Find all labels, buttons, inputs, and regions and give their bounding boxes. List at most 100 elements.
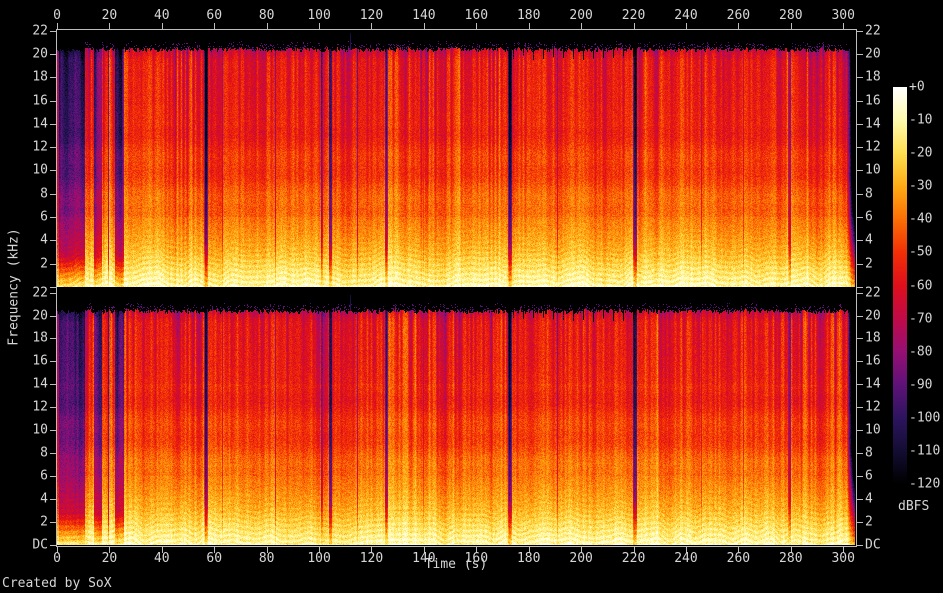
y-tick-mark	[50, 287, 56, 288]
spectrogram-channel-right	[57, 292, 855, 545]
y-tick-mark	[857, 361, 863, 363]
y-tick-mark	[50, 522, 56, 524]
y-tick-label: DC	[865, 537, 881, 553]
x-tick-mark	[57, 23, 58, 29]
y-tick-label: 6	[865, 209, 873, 225]
y-tick-label: 20	[865, 46, 881, 62]
y-tick-label: 22	[865, 23, 881, 39]
y-tick-mark	[857, 287, 863, 288]
sox-spectrogram-image: Frequency (kHz) Time (s) dBFS Created by…	[0, 0, 943, 593]
y-tick-label: 2	[865, 256, 873, 272]
x-tick-label: 20	[101, 551, 118, 566]
y-tick-label: 14	[32, 116, 48, 132]
x-tick-label: 220	[621, 8, 646, 23]
y-tick-mark	[50, 100, 56, 102]
x-tick-label: 60	[206, 551, 223, 566]
y-tick-label: 18	[865, 330, 881, 346]
x-tick-mark	[109, 23, 111, 29]
y-tick-mark	[50, 545, 56, 546]
y-tick-mark	[857, 384, 863, 386]
y-tick-mark	[50, 217, 56, 219]
y-tick-mark	[857, 315, 863, 317]
x-tick-label: 80	[258, 551, 275, 566]
y-tick-label: 4	[40, 491, 48, 507]
x-tick-label: 40	[153, 8, 170, 23]
colorbar-tick-label: -120	[909, 476, 941, 492]
x-tick-label: 80	[258, 8, 275, 23]
y-tick-mark	[857, 263, 863, 265]
y-tick-label: 2	[40, 256, 48, 272]
x-tick-label: 240	[674, 8, 698, 23]
colorbar-tick-label: -90	[909, 377, 933, 393]
colorbar-tick-label: -50	[909, 244, 933, 260]
y-tick-mark	[50, 147, 56, 149]
x-tick-label: 140	[412, 551, 436, 566]
y-tick-mark	[50, 292, 56, 294]
x-tick-label: 0	[53, 551, 61, 566]
y-tick-label: 14	[32, 376, 48, 392]
y-tick-label: 6	[40, 209, 48, 225]
x-tick-mark	[581, 23, 583, 29]
y-tick-label: 6	[865, 468, 873, 484]
y-tick-mark	[857, 407, 863, 409]
y-tick-mark	[50, 53, 56, 55]
x-tick-label: 60	[206, 8, 223, 23]
y-tick-label: 22	[865, 285, 881, 301]
x-tick-mark	[528, 23, 530, 29]
y-tick-label: 14	[865, 116, 881, 132]
y-tick-mark	[857, 77, 863, 79]
y-tick-label: 6	[40, 468, 48, 484]
y-tick-mark	[857, 338, 863, 340]
y-tick-label: 20	[32, 308, 48, 324]
x-tick-label: 160	[464, 8, 489, 23]
x-tick-mark	[738, 23, 740, 29]
y-tick-mark	[857, 522, 863, 524]
y-tick-label: DC	[32, 537, 48, 553]
y-tick-label: 14	[865, 376, 881, 392]
x-tick-label: 40	[153, 551, 170, 566]
x-tick-label: 100	[307, 551, 331, 566]
y-tick-label: 10	[865, 162, 881, 178]
colorbar-tick-label: -40	[909, 211, 933, 227]
y-tick-mark	[857, 217, 863, 219]
y-tick-label: 12	[865, 399, 881, 415]
y-tick-label: 22	[32, 285, 48, 301]
x-tick-mark	[161, 23, 163, 29]
y-tick-mark	[50, 77, 56, 79]
y-tick-mark	[857, 100, 863, 102]
y-tick-label: 12	[32, 399, 48, 415]
x-tick-mark	[214, 23, 216, 29]
y-tick-mark	[50, 30, 56, 32]
axis-line-left	[56, 29, 57, 547]
x-tick-label: 20	[101, 8, 118, 23]
y-tick-label: 4	[865, 232, 873, 248]
colorbar-tick-label: -80	[909, 344, 933, 360]
y-tick-label: 12	[865, 139, 881, 155]
x-tick-label: 100	[307, 8, 331, 23]
colorbar-unit-label: dBFS	[898, 499, 930, 514]
x-tick-label: 200	[569, 8, 593, 23]
x-tick-mark	[790, 23, 792, 29]
y-tick-mark	[50, 453, 56, 455]
y-tick-label: 12	[32, 139, 48, 155]
x-tick-label: 120	[359, 8, 384, 23]
x-tick-label: 0	[53, 8, 61, 23]
y-tick-mark	[50, 315, 56, 317]
y-tick-label: 18	[865, 69, 881, 85]
y-tick-label: 2	[865, 514, 873, 530]
x-tick-label: 220	[621, 551, 646, 566]
y-tick-label: 8	[40, 186, 48, 202]
y-tick-mark	[857, 170, 863, 172]
x-tick-label: 300	[831, 551, 855, 566]
y-tick-mark	[50, 193, 56, 195]
y-tick-mark	[50, 384, 56, 386]
y-tick-mark	[857, 147, 863, 149]
axis-line-bottom	[56, 546, 857, 547]
x-tick-label: 260	[726, 551, 751, 566]
creator-credit: Created by SoX	[2, 576, 112, 591]
y-tick-mark	[857, 499, 863, 501]
y-tick-label: 2	[40, 514, 48, 530]
y-tick-label: 8	[865, 445, 873, 461]
y-tick-mark	[50, 263, 56, 265]
y-tick-label: 20	[32, 46, 48, 62]
